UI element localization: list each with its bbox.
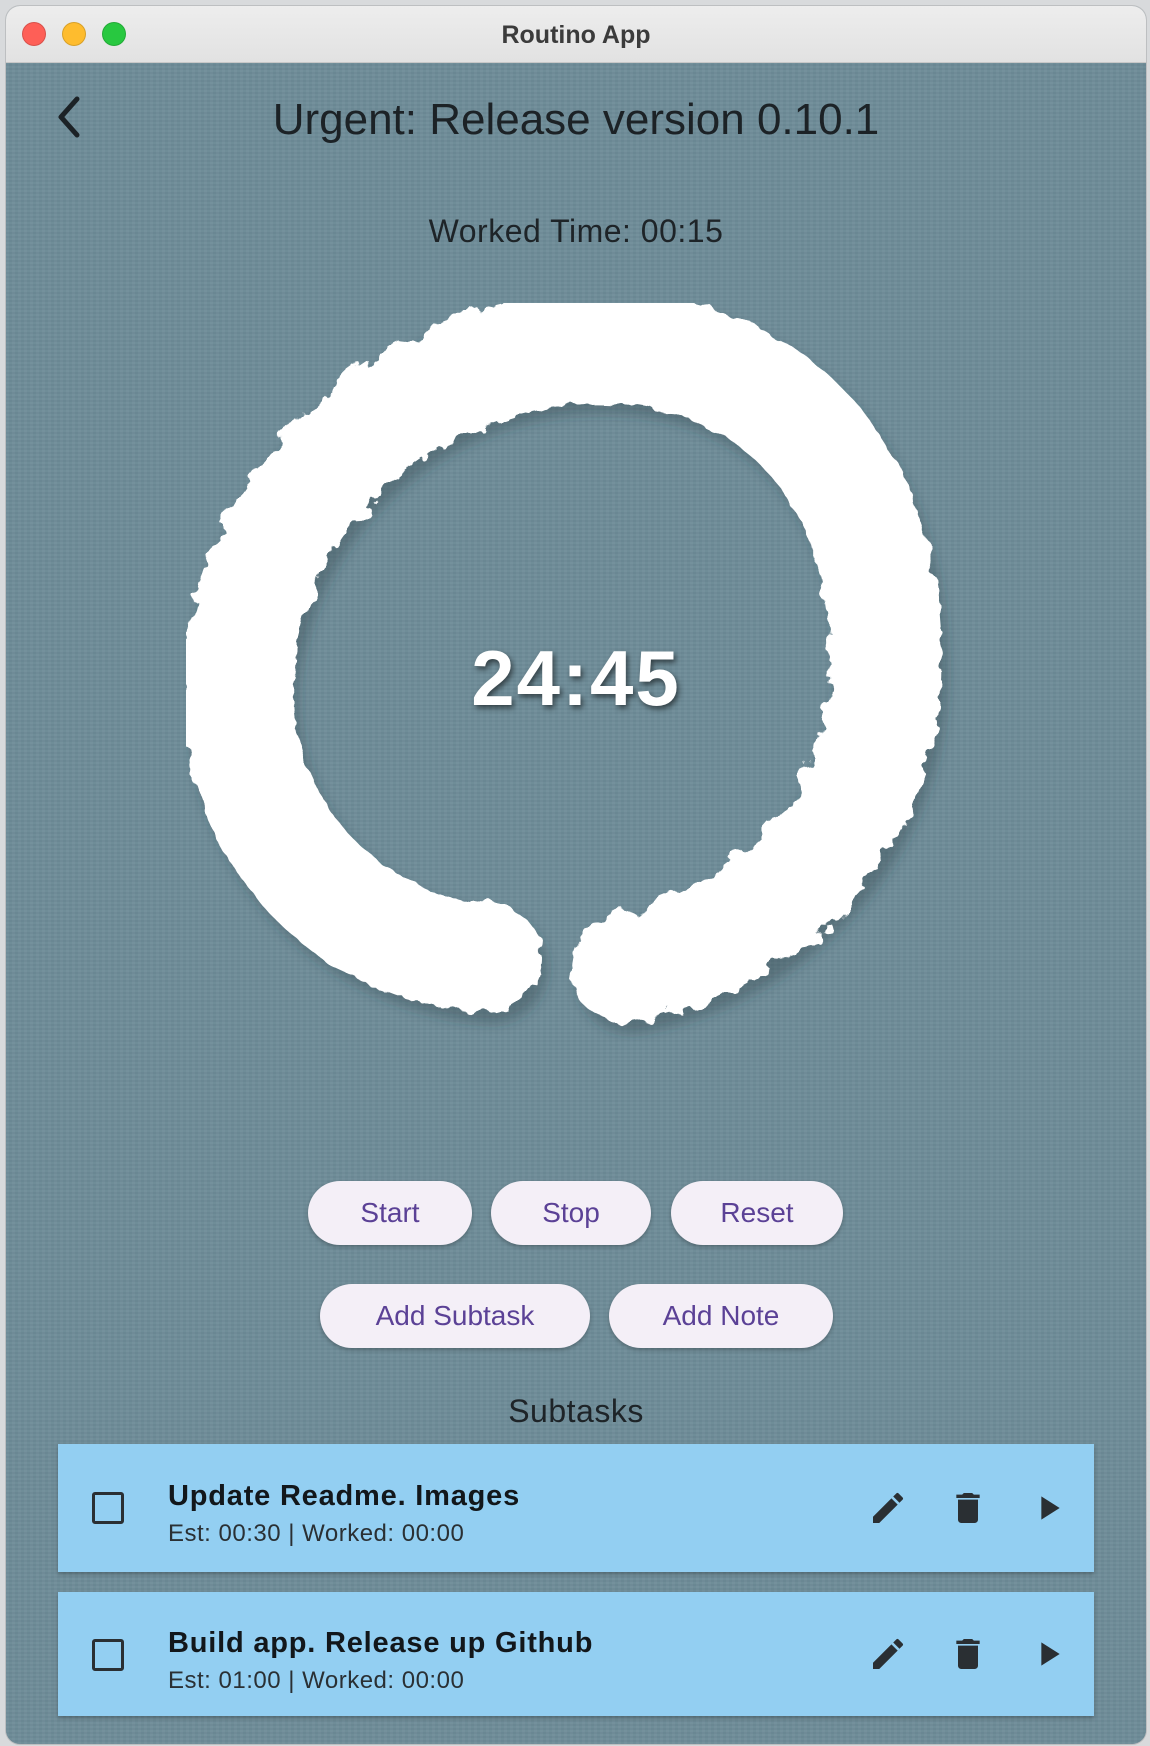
window-title: Routino App bbox=[501, 21, 651, 49]
subtask-item[interactable]: Build app. Release up Github Est: 01:00 … bbox=[58, 1592, 1094, 1716]
trash-icon bbox=[956, 1639, 980, 1669]
page-title: Urgent: Release version 0.10.1 bbox=[272, 95, 880, 144]
subtask-title: Update Readme. Images bbox=[168, 1480, 521, 1512]
delete-subtask-button[interactable] bbox=[946, 1632, 990, 1676]
subtask-item[interactable]: Update Readme. Images Est: 00:30 | Worke… bbox=[58, 1444, 1094, 1572]
start-button[interactable]: Start bbox=[308, 1181, 472, 1245]
subtasks-heading: Subtasks bbox=[508, 1393, 644, 1429]
reset-button[interactable]: Reset bbox=[671, 1181, 843, 1245]
app-window: Routino App Urgent: Release version 0.10… bbox=[6, 6, 1146, 1744]
worked-time-label: Worked Time: 00:15 bbox=[428, 213, 724, 249]
subtask-title: Build app. Release up Github bbox=[168, 1627, 594, 1659]
task-detail-screen: Urgent: Release version 0.10.1 Worked Ti… bbox=[6, 63, 1146, 1744]
trash-icon bbox=[956, 1493, 980, 1523]
edit-subtask-button[interactable] bbox=[866, 1486, 910, 1530]
delete-subtask-button[interactable] bbox=[946, 1486, 990, 1530]
pencil-icon bbox=[873, 1638, 904, 1669]
add-subtask-button[interactable]: Add Subtask bbox=[320, 1284, 590, 1348]
subtask-checkbox[interactable] bbox=[92, 1639, 124, 1671]
countdown-timer: 24:45 bbox=[471, 634, 681, 722]
play-icon bbox=[1041, 1496, 1060, 1520]
start-subtask-button[interactable] bbox=[1026, 1486, 1070, 1530]
start-subtask-button[interactable] bbox=[1026, 1632, 1070, 1676]
title-bar: Routino App bbox=[6, 6, 1146, 63]
stop-button[interactable]: Stop bbox=[491, 1181, 651, 1245]
play-icon bbox=[1041, 1642, 1060, 1666]
subtask-meta: Est: 01:00 | Worked: 00:00 bbox=[168, 1667, 465, 1694]
subtask-checkbox[interactable] bbox=[92, 1492, 124, 1524]
add-note-button[interactable]: Add Note bbox=[609, 1284, 833, 1348]
pencil-icon bbox=[873, 1492, 904, 1523]
edit-subtask-button[interactable] bbox=[866, 1632, 910, 1676]
subtask-meta: Est: 00:30 | Worked: 00:00 bbox=[168, 1520, 465, 1547]
